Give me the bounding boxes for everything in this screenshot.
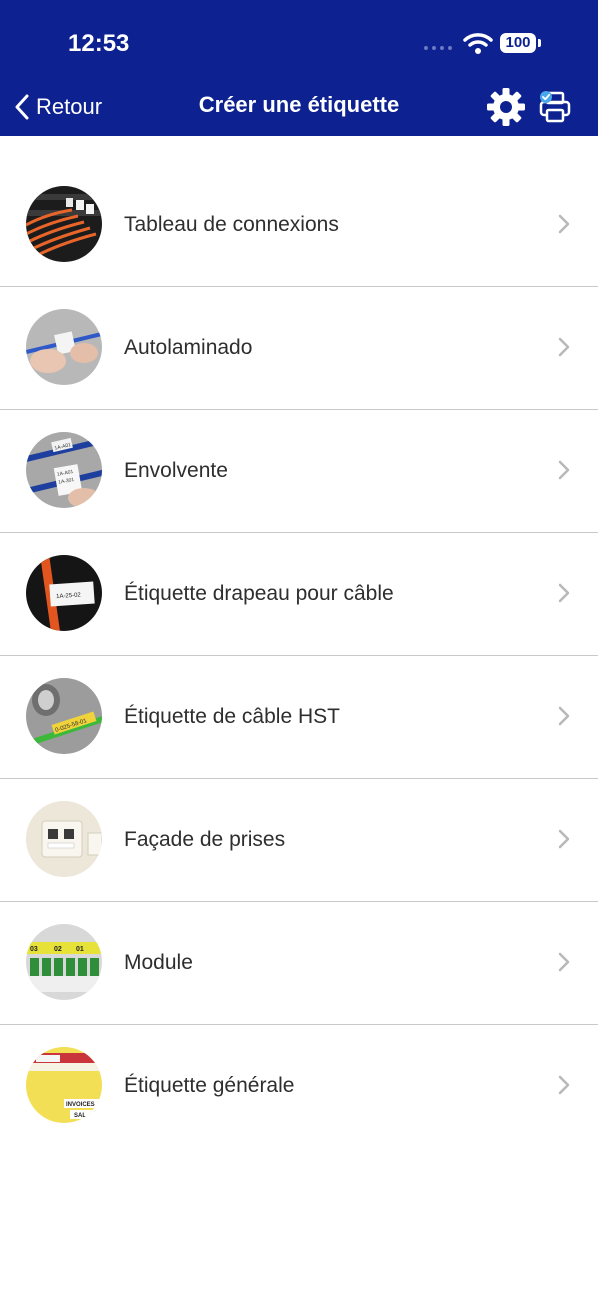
list-item-cable-flag[interactable]: 1A-25-02 Étiquette drapeau pour câble bbox=[0, 533, 598, 656]
printer-icon[interactable] bbox=[538, 89, 574, 125]
item-label: Autolaminado bbox=[124, 336, 253, 359]
module-label-02: 02 bbox=[54, 946, 62, 953]
list-item-wraparound[interactable]: 1A-A01 1A-A01 1A-301 Envolvente bbox=[0, 410, 598, 533]
chevron-right-icon bbox=[558, 214, 570, 234]
module-label-03: 03 bbox=[30, 946, 38, 953]
list-item-self-laminating[interactable]: Autolaminado bbox=[0, 287, 598, 410]
chevron-right-icon bbox=[558, 337, 570, 357]
module-label-01: 01 bbox=[76, 946, 84, 953]
chevron-right-icon bbox=[558, 583, 570, 603]
cable-flag-thumbnail: 1A-25-02 bbox=[26, 555, 102, 631]
item-label: Module bbox=[124, 951, 193, 974]
chevron-right-icon bbox=[558, 952, 570, 972]
general-label-text-1: INVOICES bbox=[66, 1102, 95, 1108]
gear-icon[interactable] bbox=[486, 87, 526, 127]
chevron-right-icon bbox=[558, 460, 570, 480]
self-laminating-thumbnail bbox=[26, 309, 102, 385]
battery-indicator: 100 bbox=[500, 33, 536, 53]
list-item-hst-cable[interactable]: 0-025-58-01 Étiquette de câble HST bbox=[0, 656, 598, 779]
list-item-module[interactable]: 03 02 01 Module bbox=[0, 902, 598, 1025]
nav-header: 12:53 100 Retour Créer une étiquette bbox=[0, 0, 598, 136]
wifi-icon bbox=[463, 33, 493, 54]
status-time: 12:53 bbox=[68, 30, 130, 57]
hst-cable-thumbnail: 0-025-58-01 bbox=[26, 678, 102, 754]
item-label: Étiquette générale bbox=[124, 1074, 295, 1097]
wraparound-thumbnail: 1A-A01 1A-A01 1A-301 bbox=[26, 432, 102, 508]
list-item-faceplate[interactable]: Façade de prises bbox=[0, 779, 598, 902]
general-label-text-2: SAL bbox=[74, 1113, 86, 1119]
patch-panel-thumbnail bbox=[26, 186, 102, 262]
chevron-right-icon bbox=[558, 706, 570, 726]
module-thumbnail: 03 02 01 bbox=[26, 924, 102, 1000]
list-item-patch-panel[interactable]: Tableau de connexions bbox=[0, 164, 598, 287]
chevron-right-icon bbox=[558, 1075, 570, 1095]
item-label: Façade de prises bbox=[124, 828, 286, 851]
battery-cap bbox=[538, 39, 541, 47]
chevron-right-icon bbox=[558, 829, 570, 849]
item-label: Tableau de connexions bbox=[124, 213, 339, 236]
item-label: Étiquette de câble HST bbox=[124, 705, 340, 728]
item-label: Envolvente bbox=[124, 459, 228, 482]
list-item-general-label[interactable]: INVOICES SAL Étiquette générale bbox=[0, 1025, 598, 1147]
general-label-thumbnail: INVOICES SAL bbox=[26, 1047, 102, 1123]
label-type-list: Tableau de connexions Autolaminado 1A-A0… bbox=[0, 136, 598, 1147]
faceplate-thumbnail bbox=[26, 801, 102, 877]
cellular-signal-icon bbox=[424, 46, 452, 50]
item-label: Étiquette drapeau pour câble bbox=[124, 582, 394, 605]
